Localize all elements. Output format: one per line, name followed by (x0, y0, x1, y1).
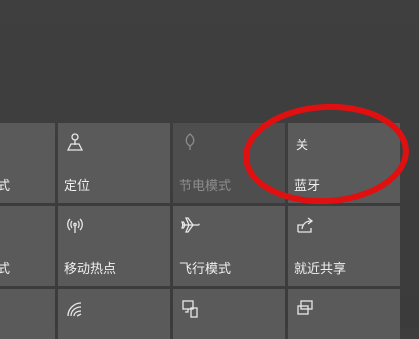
battery-saver-icon (179, 131, 201, 153)
tile-location[interactable]: 定位 (58, 123, 170, 203)
wifi-icon (64, 297, 86, 319)
tile-partial-row2[interactable]: 式 (0, 206, 55, 286)
tile-label: 式 (0, 262, 11, 277)
tile-label: 节电模式 (179, 179, 232, 194)
nearby-sharing-icon (294, 214, 316, 236)
tile-airplane-mode[interactable]: 飞行模式 (173, 206, 285, 286)
tile-project[interactable] (173, 289, 285, 339)
tile-mobile-hotspot[interactable]: 移动热点 (58, 206, 170, 286)
tile-nearby-sharing[interactable]: 就近共享 (288, 206, 400, 286)
tile-label: 蓝牙 (294, 179, 321, 194)
tile-connect[interactable] (288, 289, 400, 339)
airplane-icon (179, 214, 201, 236)
bluetooth-state: 关 (296, 138, 309, 152)
action-center-panel: 式 定位 节电模式 关 蓝牙 式 移动热点 飞行模式 就近共享 (0, 0, 419, 339)
tile-label: 移动热点 (64, 262, 117, 277)
tile-bluetooth[interactable]: 关 蓝牙 (288, 123, 400, 203)
tile-label: 定位 (64, 179, 91, 194)
mobile-hotspot-icon (64, 214, 86, 236)
tile-label: 式 (0, 179, 11, 194)
location-icon (64, 131, 86, 153)
tile-label: 飞行模式 (179, 262, 232, 277)
project-icon (179, 297, 201, 319)
tile-partial-row3[interactable] (0, 289, 55, 339)
tile-network[interactable] (58, 289, 170, 339)
tile-label: 就近共享 (294, 262, 347, 277)
tile-battery-saver[interactable]: 节电模式 (173, 123, 285, 203)
tile-partial-row1[interactable]: 式 (0, 123, 55, 203)
connect-icon (294, 297, 316, 319)
